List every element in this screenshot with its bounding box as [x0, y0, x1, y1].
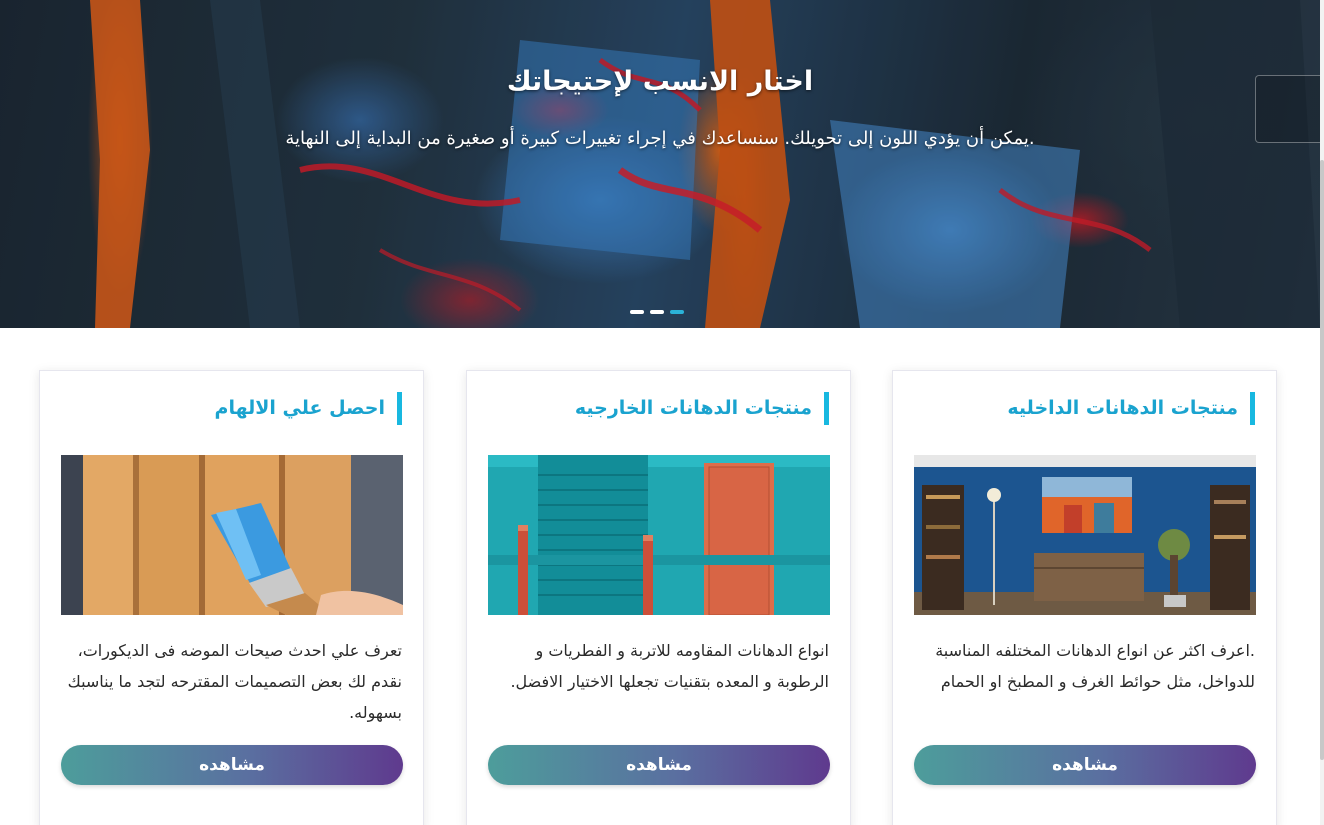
- hero-title: اختار الانسب لإحتيجاتك: [506, 66, 814, 97]
- card-image-exterior: [488, 455, 830, 615]
- carousel-indicators: [630, 310, 684, 314]
- card-description: .اعرف اكثر عن انواع الدهانات المختلفه ال…: [935, 641, 1255, 691]
- card-description: انواع الدهانات المقاومه للاتربة و الفطري…: [510, 641, 829, 691]
- carousel-next-button[interactable]: [1255, 75, 1320, 143]
- scrollbar-thumb[interactable]: [1320, 160, 1324, 760]
- card-exterior-paints: منتجات الدهانات الخارجيه انواع الدهانات …: [466, 370, 851, 825]
- card-description: تعرف علي احدث صيحات الموضه فى الديكورات،…: [67, 641, 402, 722]
- carousel-dot-3[interactable]: [670, 310, 684, 314]
- teal-building-facade-photo: [488, 455, 830, 615]
- hero-subtitle: يمكن أن يؤدي اللون إلى تحويلك. سنساعدك ف…: [285, 128, 1035, 149]
- carousel-dot-2[interactable]: [650, 310, 664, 314]
- card-title: منتجات الدهانات الخارجيه: [575, 392, 829, 425]
- card-image-interior: [914, 455, 1256, 615]
- card-interior-paints: منتجات الدهانات الداخليه .اعرف اكثر عن ا…: [892, 370, 1277, 825]
- card-title: منتجات الدهانات الداخليه: [1007, 392, 1255, 425]
- hero-overlay: [0, 0, 1320, 328]
- view-inspiration-button[interactable]: مشاهده: [61, 745, 403, 785]
- view-interior-button[interactable]: مشاهده: [914, 745, 1256, 785]
- card-inspiration: احصل علي الالهام تعرف علي احدث صيحات الم…: [39, 370, 424, 825]
- paint-brush-on-wood-photo: [61, 455, 403, 615]
- carousel-dot-1[interactable]: [630, 310, 644, 314]
- hero-slider: اختار الانسب لإحتيجاتك يمكن أن يؤدي اللو…: [0, 0, 1320, 328]
- blue-living-room-photo: [914, 455, 1256, 615]
- view-exterior-button[interactable]: مشاهده: [488, 745, 830, 785]
- card-title: احصل علي الالهام: [215, 392, 402, 425]
- card-image-inspiration: [61, 455, 403, 615]
